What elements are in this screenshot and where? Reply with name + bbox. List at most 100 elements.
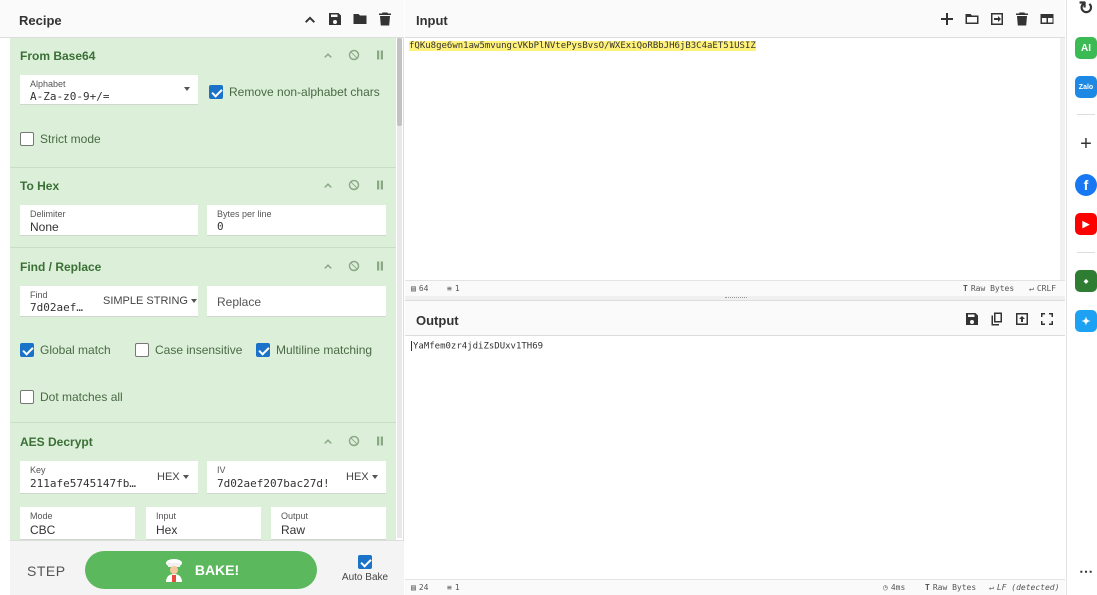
- disable-icon[interactable]: [346, 433, 362, 449]
- layout-icon[interactable]: [1039, 11, 1055, 27]
- checkbox-box[interactable]: [358, 555, 372, 569]
- replace-input[interactable]: Replace: [207, 286, 386, 317]
- output-text: YaMfem0zr4jdiZsDUxv1TH69: [413, 341, 544, 352]
- folder-open-icon[interactable]: [964, 11, 980, 27]
- checkbox-box[interactable]: [209, 85, 223, 99]
- pause-icon[interactable]: [372, 177, 388, 193]
- checkbox-box[interactable]: [256, 343, 270, 357]
- key-field[interactable]: Key 211afe5745147fb… HEX: [20, 461, 198, 494]
- operation-to-hex[interactable]: To Hex Delimiter None Bytes per line 0: [10, 168, 396, 248]
- sidebar-divider: [1077, 252, 1095, 253]
- input-encoding-value: Raw Bytes: [970, 284, 1015, 293]
- pause-icon[interactable]: [372, 433, 388, 449]
- chevron-up-icon[interactable]: [320, 433, 336, 449]
- bake-button[interactable]: BAKE!: [85, 551, 317, 589]
- key-type-dropdown[interactable]: HEX: [157, 471, 189, 483]
- output-encoding[interactable]: T Raw Bytes: [925, 583, 976, 592]
- checkbox-box[interactable]: [20, 132, 34, 146]
- copy-icon[interactable]: [989, 311, 1005, 327]
- operation-from-base64[interactable]: From Base64 Alphabet A-Za-z0-9+/= Remove…: [10, 38, 396, 168]
- disable-icon[interactable]: [346, 47, 362, 63]
- return-icon: ↵: [989, 583, 994, 592]
- bytes-per-line-field[interactable]: Bytes per line 0: [207, 205, 386, 236]
- iv-value: 7d02aef207bac27d!: [217, 477, 327, 490]
- lines-icon: ≡: [447, 583, 452, 592]
- operation-find-replace[interactable]: Find / Replace Find 7d02aef… SIMPLE STRI…: [10, 248, 396, 423]
- input-text-area[interactable]: fQKu8ge6wn1aw5mvungcVKbPlNVtePysBvsO/WXE…: [409, 41, 1059, 279]
- bytes-per-line-label: Bytes per line: [217, 209, 272, 219]
- replace-placeholder: Replace: [217, 295, 262, 309]
- youtube-icon[interactable]: ▶: [1075, 213, 1097, 235]
- facebook-icon[interactable]: f: [1075, 174, 1097, 196]
- checkbox-box[interactable]: [135, 343, 149, 357]
- browser-sidebar: ↻ AI Zalo + f ▶ ◆ ✦ ⋯: [1066, 0, 1097, 595]
- input-scrollbar[interactable]: [1060, 38, 1065, 280]
- bird-app-icon[interactable]: ✦: [1075, 310, 1097, 332]
- chevron-up-icon[interactable]: [320, 47, 336, 63]
- output-text-area[interactable]: YaMfem0zr4jdiZsDUxv1TH69: [411, 341, 1061, 571]
- multiline-matching-checkbox[interactable]: Multiline matching: [256, 343, 372, 357]
- input-length: ▤ 64: [411, 284, 428, 293]
- pause-icon[interactable]: [372, 258, 388, 274]
- bytes-per-line-value: 0: [217, 220, 224, 233]
- operation-title: From Base64: [20, 49, 96, 63]
- chevron-up-icon[interactable]: [302, 11, 318, 27]
- ai-assistant-button[interactable]: AI: [1075, 37, 1097, 59]
- find-field[interactable]: Find 7d02aef… SIMPLE STRING: [20, 286, 198, 317]
- chevron-up-icon[interactable]: [320, 177, 336, 193]
- case-insensitive-checkbox[interactable]: Case insensitive: [135, 343, 242, 357]
- step-button[interactable]: STEP: [27, 563, 66, 579]
- recipe-panel: Recipe From Base64 Alphabet A-Za-z0-9+/=…: [0, 0, 404, 595]
- history-icon[interactable]: ↻: [1075, 0, 1097, 19]
- open-file-icon[interactable]: [989, 11, 1005, 27]
- pause-icon[interactable]: [372, 47, 388, 63]
- recipe-scrollbar[interactable]: [397, 38, 402, 538]
- chevron-down-icon[interactable]: [184, 87, 190, 91]
- app-shortcut-icon[interactable]: ◆: [1075, 270, 1097, 292]
- checkbox-box[interactable]: [20, 343, 34, 357]
- chevron-down-icon: [371, 475, 378, 480]
- disable-icon[interactable]: [346, 177, 362, 193]
- iv-type-value: HEX: [346, 471, 369, 483]
- plus-icon[interactable]: [939, 11, 955, 27]
- global-match-checkbox[interactable]: Global match: [20, 343, 111, 357]
- trash-icon[interactable]: [377, 11, 393, 27]
- iv-type-dropdown[interactable]: HEX: [346, 471, 378, 483]
- input-encoding[interactable]: T Raw Bytes: [963, 284, 1014, 293]
- output-format-field[interactable]: Output Raw: [271, 507, 386, 540]
- maximize-icon[interactable]: [1039, 311, 1055, 327]
- strict-mode-checkbox[interactable]: Strict mode: [20, 132, 101, 146]
- operation-aes-decrypt[interactable]: AES Decrypt Key 211afe5745147fb… HEX IV …: [10, 423, 396, 540]
- alphabet-field[interactable]: Alphabet A-Za-z0-9+/=: [20, 75, 198, 105]
- more-options-icon[interactable]: ⋯: [1075, 560, 1097, 582]
- remove-non-alphabet-checkbox[interactable]: Remove non-alphabet chars: [209, 85, 380, 99]
- output-eol[interactable]: ↵ LF (detected): [989, 583, 1059, 592]
- folder-icon[interactable]: [352, 11, 368, 27]
- zalo-app-button[interactable]: Zalo: [1075, 76, 1097, 98]
- text-format-icon: T: [963, 284, 968, 293]
- disable-icon[interactable]: [346, 258, 362, 274]
- replace-input-icon[interactable]: [1014, 311, 1030, 327]
- scrollbar-thumb[interactable]: [397, 38, 402, 126]
- iv-field[interactable]: IV 7d02aef207bac27d! HEX: [207, 461, 386, 494]
- add-app-icon[interactable]: +: [1075, 133, 1097, 155]
- divider-grip[interactable]: [725, 297, 747, 299]
- checkbox-label: Auto Bake: [341, 572, 389, 583]
- input-lines: ≡ 1: [447, 284, 460, 293]
- checkbox-label: Multiline matching: [276, 343, 373, 357]
- mode-field[interactable]: Mode CBC: [20, 507, 135, 540]
- delimiter-field[interactable]: Delimiter None: [20, 205, 198, 236]
- dot-matches-all-checkbox[interactable]: Dot matches all: [20, 390, 123, 404]
- input-format-field[interactable]: Input Hex: [146, 507, 261, 540]
- input-status-bar: ▤ 64 ≡ 1 T Raw Bytes ↵ CRLF: [405, 280, 1065, 296]
- save-icon[interactable]: [327, 11, 343, 27]
- input-eol[interactable]: ↵ CRLF: [1029, 284, 1056, 293]
- auto-bake-checkbox[interactable]: Auto Bake: [335, 555, 395, 583]
- checkbox-box[interactable]: [20, 390, 34, 404]
- cyberchef-app: Recipe From Base64 Alphabet A-Za-z0-9+/=…: [0, 0, 1097, 595]
- save-icon[interactable]: [964, 311, 980, 327]
- chevron-up-icon[interactable]: [320, 258, 336, 274]
- find-type-dropdown[interactable]: SIMPLE STRING: [103, 295, 197, 307]
- trash-icon[interactable]: [1014, 11, 1030, 27]
- chevron-down-icon: [190, 299, 197, 304]
